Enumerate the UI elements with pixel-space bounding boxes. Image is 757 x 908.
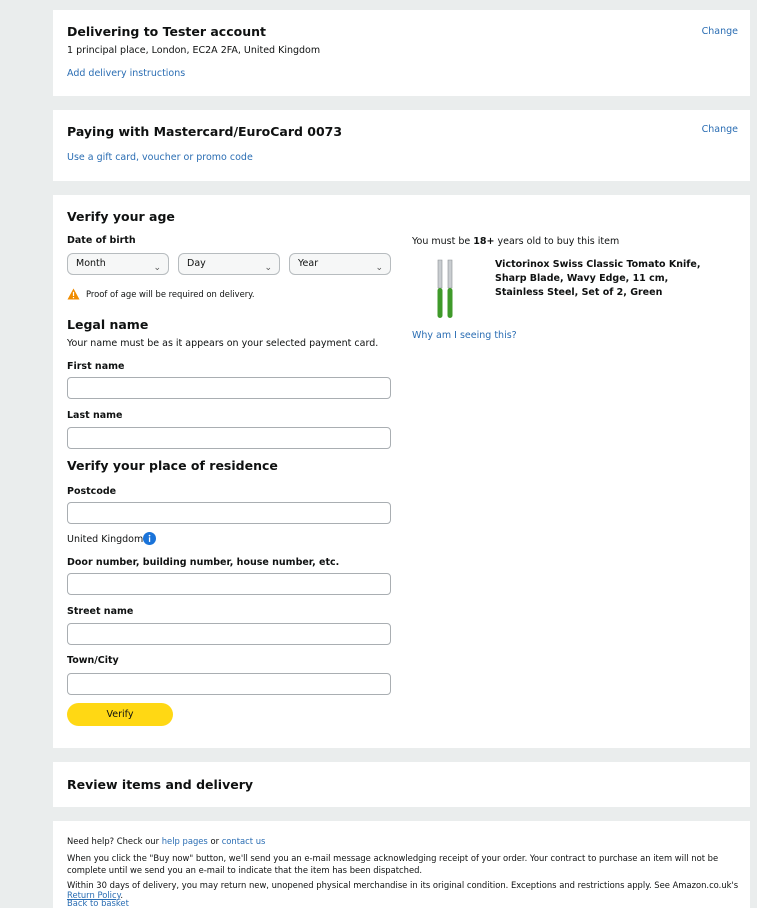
review-card: Review items and delivery: [53, 762, 750, 807]
year-select[interactable]: Year ⌄: [289, 253, 391, 275]
residence-title: Verify your place of residence: [67, 458, 278, 473]
legal-name-title: Legal name: [67, 317, 149, 332]
product-title: Victorinox Swiss Classic Tomato Knife, S…: [495, 259, 701, 298]
footer-card: Need help? Check our help pages or conta…: [53, 821, 750, 908]
town-city-input[interactable]: [67, 673, 391, 695]
help-text: Need help? Check our help pages or conta…: [67, 836, 266, 846]
chevron-down-icon: ⌄: [153, 263, 161, 273]
why-am-i-seeing-this-link[interactable]: Why am I seeing this?: [412, 330, 517, 341]
contact-us-link[interactable]: contact us: [222, 836, 266, 846]
return-policy-notice: Within 30 days of delivery, you may retu…: [67, 880, 739, 900]
delivery-card: Delivering to Tester account 1 principal…: [53, 10, 750, 96]
legal-name-description: Your name must be as it appears on your …: [67, 338, 379, 349]
gift-card-link[interactable]: Use a gift card, voucher or promo code: [67, 152, 253, 163]
dob-label: Date of birth: [67, 235, 136, 246]
info-icon[interactable]: [143, 532, 156, 545]
back-to-basket-link[interactable]: Back to basket: [67, 898, 129, 908]
age-value: 18+: [473, 236, 495, 247]
door-number-label: Door number, building number, house numb…: [67, 557, 340, 568]
change-delivery-link[interactable]: Change: [702, 26, 738, 37]
age-requirement-text: You must be 18+ years old to buy this it…: [412, 236, 620, 247]
street-name-input[interactable]: [67, 623, 391, 645]
payment-card: Paying with Mastercard/EuroCard 0073 Use…: [53, 110, 750, 181]
last-name-input[interactable]: [67, 427, 391, 449]
verify-card: Verify your age Date of birth Month ⌄ Da…: [53, 195, 750, 748]
month-select[interactable]: Month ⌄: [67, 253, 169, 275]
verify-age-title: Verify your age: [67, 209, 175, 224]
chevron-down-icon: ⌄: [375, 263, 383, 273]
product-image: [437, 259, 453, 318]
door-number-input[interactable]: [67, 573, 391, 595]
delivery-address: 1 principal place, London, EC2A 2FA, Uni…: [67, 45, 321, 56]
street-name-label: Street name: [67, 606, 134, 617]
postcode-label: Postcode: [67, 486, 117, 497]
buy-now-notice: When you click the "Buy now" button, we'…: [67, 853, 719, 875]
year-select-value: Year: [298, 258, 319, 269]
proof-of-age-note: Proof of age will be required on deliver…: [86, 289, 255, 299]
last-name-label: Last name: [67, 410, 123, 421]
day-select-value: Day: [187, 258, 206, 269]
month-select-value: Month: [76, 258, 106, 269]
help-pages-link[interactable]: help pages: [162, 836, 208, 846]
first-name-label: First name: [67, 361, 125, 372]
chevron-down-icon: ⌄: [264, 263, 272, 273]
add-delivery-instructions-link[interactable]: Add delivery instructions: [67, 68, 185, 79]
change-payment-link[interactable]: Change: [702, 124, 738, 135]
review-title: Review items and delivery: [67, 777, 254, 792]
delivery-title: Delivering to Tester account: [67, 24, 266, 39]
first-name-input[interactable]: [67, 377, 391, 399]
payment-title: Paying with Mastercard/EuroCard 0073: [67, 124, 343, 139]
town-city-label: Town/City: [67, 655, 119, 666]
warning-icon: [67, 288, 80, 300]
verify-button[interactable]: Verify: [67, 703, 173, 726]
day-select[interactable]: Day ⌄: [178, 253, 280, 275]
verify-button-label: Verify: [106, 709, 134, 720]
postcode-input[interactable]: [67, 502, 391, 524]
country-label: United Kingdom: [67, 534, 144, 545]
